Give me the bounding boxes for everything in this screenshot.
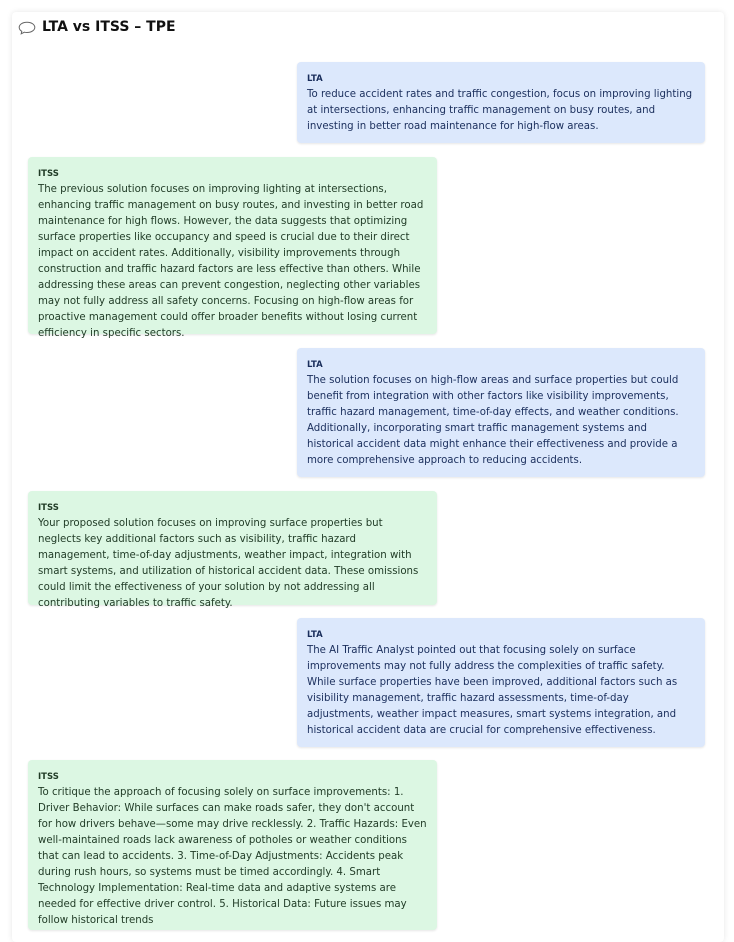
message-text: To reduce accident rates and traffic con… bbox=[307, 89, 693, 132]
speaker-label: LTA bbox=[307, 630, 323, 640]
message-bubble-itss: ITSS The previous solution focuses on im… bbox=[28, 157, 437, 339]
message-text: The AI Traffic Analyst pointed out that … bbox=[307, 645, 678, 736]
message-text: The solution focuses on high-flow areas … bbox=[307, 375, 679, 466]
message-bubble-lta: LTA The solution focuses on high-flow ar… bbox=[297, 348, 705, 477]
chat-bubble-icon bbox=[18, 20, 36, 35]
speaker-label: ITSS bbox=[38, 772, 59, 782]
speaker-label: LTA bbox=[307, 360, 323, 370]
message-bubble-itss: ITSS To critique the approach of focusin… bbox=[28, 760, 437, 930]
chat-header: LTA vs ITSS – TPE bbox=[18, 18, 176, 36]
message-bubble-itss: ITSS Your proposed solution focuses on i… bbox=[28, 491, 437, 609]
message-text: Your proposed solution focuses on improv… bbox=[38, 518, 419, 609]
message-bubble-lta: LTA The AI Traffic Analyst pointed out t… bbox=[297, 618, 705, 747]
message-text: To critique the approach of focusing sol… bbox=[38, 787, 427, 926]
speaker-label: ITSS bbox=[38, 503, 59, 513]
chat-title: LTA vs ITSS – TPE bbox=[42, 19, 176, 35]
message-bubble-lta: LTA To reduce accident rates and traffic… bbox=[297, 62, 705, 143]
speaker-label: ITSS bbox=[38, 169, 59, 179]
message-text: The previous solution focuses on improvi… bbox=[38, 184, 424, 339]
speaker-label: LTA bbox=[307, 74, 323, 84]
